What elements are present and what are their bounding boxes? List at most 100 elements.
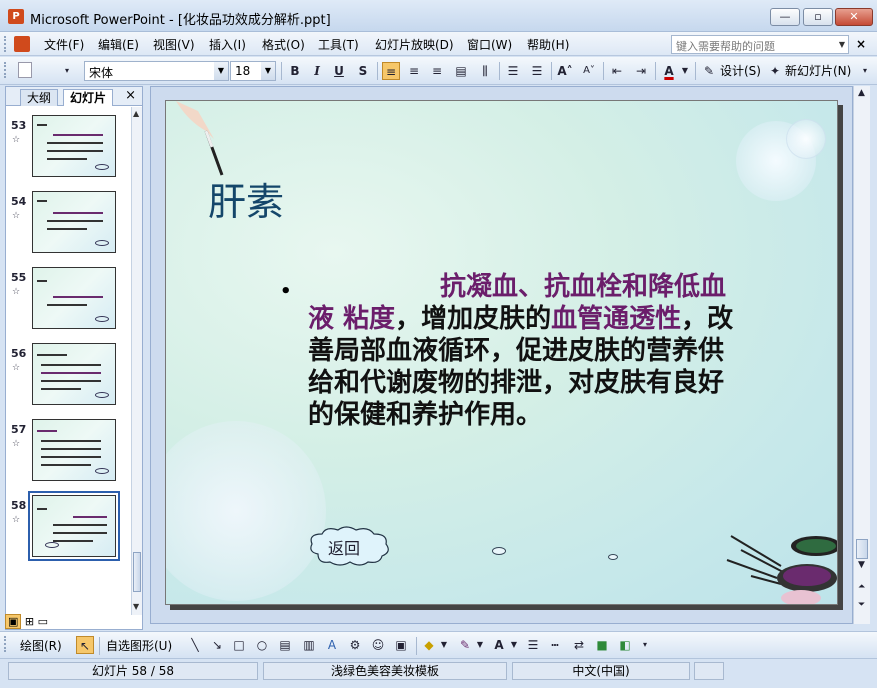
line-style-icon[interactable]: ☰ (524, 636, 542, 654)
picture-icon[interactable]: ▣ (392, 636, 410, 654)
align-left-icon[interactable]: ≡ (382, 62, 400, 80)
previous-slide-icon[interactable]: ⏶ (858, 582, 865, 592)
underline-button[interactable]: U (330, 62, 348, 80)
normal-view-icon[interactable]: ▣ (5, 614, 22, 629)
menu-edit[interactable]: 编辑(E) (98, 36, 139, 53)
fill-color-icon[interactable]: ◆ (420, 636, 438, 654)
slide-thumbnail-56[interactable] (32, 343, 116, 405)
slide-thumbnail-58[interactable] (28, 491, 120, 561)
align-center-icon[interactable]: ≡ (405, 62, 423, 80)
menu-insert[interactable]: 插入(I) (209, 36, 246, 53)
justify-icon[interactable]: ▤ (452, 62, 470, 80)
align-right-icon[interactable]: ≡ (428, 62, 446, 80)
tab-outline[interactable]: 大纲 (20, 89, 59, 106)
menu-slideshow[interactable]: 幻灯片放映(D) (375, 36, 454, 53)
arrow-style-icon[interactable]: ⇄ (570, 636, 588, 654)
decrease-indent-icon[interactable]: ⇤ (608, 62, 626, 80)
line-icon[interactable]: ╲ (186, 636, 204, 654)
return-button[interactable]: 返回 (328, 535, 360, 559)
vertical-text-box-icon[interactable]: ▥ (300, 636, 318, 654)
chevron-down-icon[interactable]: ▼ (440, 636, 448, 654)
diagram-icon[interactable]: ⚙ (346, 636, 364, 654)
toolbar-options-icon[interactable]: ▾ (62, 62, 72, 80)
new-slide-button[interactable]: 新幻灯片(N) (785, 62, 851, 80)
increase-font-icon[interactable]: A˄ (556, 62, 574, 80)
close-icon[interactable]: × (125, 88, 136, 103)
scroll-up-icon[interactable]: ▲ (858, 88, 865, 98)
close-button[interactable]: ✕ (835, 8, 873, 26)
scroll-thumb[interactable] (133, 552, 141, 592)
chevron-down-icon[interactable]: ▼ (214, 62, 228, 80)
rectangle-icon[interactable]: □ (230, 636, 248, 654)
line-color-icon[interactable]: ✎ (456, 636, 474, 654)
menu-window[interactable]: 窗口(W) (467, 36, 512, 53)
tab-slides[interactable]: 幻灯片 (63, 89, 114, 106)
slide-sorter-icon[interactable]: ⊞ (25, 615, 34, 628)
font-color-icon[interactable]: A (490, 636, 508, 654)
slide-thumbnail-53[interactable] (32, 115, 116, 177)
slide-body-text[interactable]: 抗凝血、抗血栓和降低血液 粘度，增加皮肤的血管通透性，改善局部血液循环，促进皮肤… (308, 271, 748, 431)
scroll-down-icon[interactable]: ▼ (858, 560, 865, 570)
slide-number: 56 (11, 347, 27, 360)
slide-scrollbar[interactable]: ▲ ▼ ⏶ ⏷ (853, 86, 870, 624)
italic-button[interactable]: I (308, 62, 326, 80)
menu-tools[interactable]: 工具(T) (318, 36, 359, 53)
slideshow-icon[interactable]: ▭ (38, 615, 48, 628)
scroll-thumb[interactable] (856, 539, 868, 559)
thumbnail-scrollbar[interactable]: ▲ ▼ (131, 107, 142, 615)
autoshapes-button[interactable]: 自选图形(U) (106, 637, 172, 655)
bold-button[interactable]: B (286, 62, 304, 80)
toolbar-grip[interactable] (4, 36, 8, 52)
next-slide-icon[interactable]: ⏷ (858, 600, 865, 610)
chevron-down-icon[interactable]: ▼ (836, 36, 848, 53)
wordart-icon[interactable]: A (323, 636, 341, 654)
slide-title[interactable]: 肝素 (208, 171, 284, 226)
font-color-icon[interactable]: A (660, 62, 678, 80)
chevron-down-icon[interactable]: ▼ (680, 62, 690, 80)
document-icon[interactable] (14, 36, 30, 52)
bullet-list-icon[interactable]: ☰ (528, 62, 546, 80)
template-name[interactable]: 浅绿色美容美妆模板 (263, 662, 507, 680)
scroll-up-icon[interactable]: ▲ (133, 109, 139, 118)
shadow-button[interactable]: S (354, 62, 372, 80)
restore-button[interactable]: ▫ (803, 8, 833, 26)
chevron-down-icon[interactable]: ▼ (510, 636, 518, 654)
slide-thumbnail-57[interactable] (32, 419, 116, 481)
menu-file[interactable]: 文件(F) (44, 36, 84, 53)
3d-style-icon[interactable]: ◧ (616, 636, 634, 654)
help-search-input[interactable]: 键入需要帮助的问题 ▼ (671, 35, 849, 54)
shadow-style-icon[interactable]: ■ (593, 636, 611, 654)
document-close-icon[interactable]: × (856, 37, 866, 51)
powerpoint-icon[interactable]: P (8, 9, 24, 24)
slide-thumbnail-54[interactable] (32, 191, 116, 253)
dash-style-icon[interactable]: ┅ (546, 636, 564, 654)
toolbar-options-icon[interactable]: ▾ (860, 62, 870, 80)
separator (99, 637, 100, 655)
vertical-text-icon[interactable]: ⫼ (476, 62, 494, 80)
toolbar-grip[interactable] (4, 62, 8, 78)
toolbar-grip[interactable] (4, 636, 8, 652)
chevron-down-icon[interactable]: ▼ (261, 62, 275, 80)
font-select[interactable]: 宋体 ▼ (84, 61, 229, 81)
menu-format[interactable]: 格式(O) (262, 36, 305, 53)
toolbar-options-icon[interactable]: ▾ (640, 636, 650, 654)
oval-icon[interactable]: ○ (253, 636, 271, 654)
menu-help[interactable]: 帮助(H) (527, 36, 569, 53)
draw-menu-button[interactable]: 绘图(R) (20, 637, 62, 655)
numbered-list-icon[interactable]: ☰ (504, 62, 522, 80)
clipart-icon[interactable]: ☺ (369, 636, 387, 654)
menu-view[interactable]: 视图(V) (153, 36, 195, 53)
decrease-font-icon[interactable]: A˅ (580, 62, 598, 80)
design-button[interactable]: 设计(S) (720, 62, 761, 80)
new-document-icon[interactable] (18, 62, 32, 78)
increase-indent-icon[interactable]: ⇥ (632, 62, 650, 80)
arrow-icon[interactable]: ↘ (208, 636, 226, 654)
chevron-down-icon[interactable]: ▼ (476, 636, 484, 654)
font-size-select[interactable]: 18 ▼ (230, 61, 276, 81)
minimize-button[interactable]: — (770, 8, 800, 26)
text-box-icon[interactable]: ▤ (276, 636, 294, 654)
slide-canvas[interactable]: 肝素 • 抗凝血、抗血栓和降低血液 粘度，增加皮肤的血管通透性，改善局部血液循环… (165, 100, 838, 605)
select-pointer-icon[interactable]: ↖ (76, 636, 94, 654)
scroll-down-icon[interactable]: ▼ (133, 602, 139, 611)
slide-thumbnail-55[interactable] (32, 267, 116, 329)
